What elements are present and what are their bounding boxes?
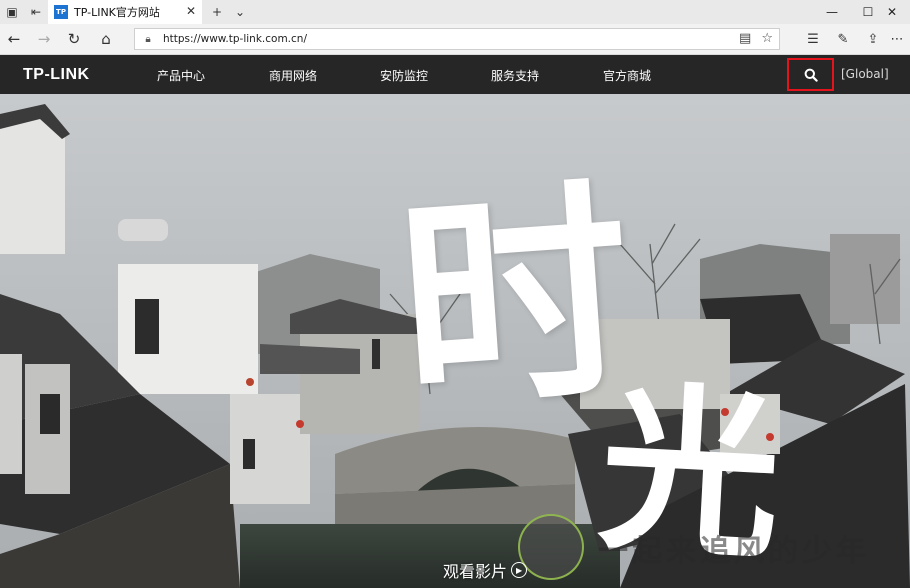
tab-strip: ▣ ⇤ TP TP-LINK官方网站 ✕ + ⌄ — ☐ ✕ <box>0 0 910 24</box>
tab-list-chevron-down-icon[interactable]: ⌄ <box>228 0 252 24</box>
tab-title: TP-LINK官方网站 <box>74 6 160 19</box>
global-site-link[interactable]: [Global] <box>841 67 889 81</box>
nav-products[interactable]: 产品中心 <box>157 67 205 84</box>
tp-link-favicon-icon: TP <box>54 5 68 19</box>
favorite-star-icon[interactable]: ☆ <box>761 31 773 46</box>
close-window-icon[interactable]: ✕ <box>874 0 910 24</box>
watch-video-label: 观看影片 <box>443 562 508 581</box>
lock-icon: 🔒︎ <box>145 33 151 45</box>
play-icon: ▶ <box>511 562 528 578</box>
search-button[interactable] <box>787 58 834 91</box>
favorites-list-icon[interactable]: ☰ <box>800 28 826 50</box>
nav-service-support[interactable]: 服务支持 <box>491 67 539 84</box>
tp-link-logo[interactable]: TP-LINK <box>23 66 90 84</box>
nav-security-monitoring[interactable]: 安防监控 <box>380 67 428 84</box>
browser-window: ▣ ⇤ TP TP-LINK官方网站 ✕ + ⌄ — ☐ ✕ ← → ↻ ⌂ 🔒… <box>0 0 910 588</box>
site-header: TP-LINK 产品中心 商用网络 安防监控 服务支持 官方商城 [Global… <box>0 55 910 94</box>
nav-business-network[interactable]: 商用网络 <box>269 67 317 84</box>
reading-view-icon[interactable]: ▤ <box>739 31 751 46</box>
hero-banner[interactable]: 时 光 一起来追风的少年 观看影片 ▶ <box>0 94 910 588</box>
url-text: https://www.tp-link.com.cn/ <box>163 33 307 45</box>
more-icon[interactable]: ⋯ <box>884 28 910 50</box>
close-tab-icon[interactable]: ✕ <box>186 4 196 18</box>
address-bar[interactable]: 🔒︎ https://www.tp-link.com.cn/ ▤ ☆ <box>134 28 780 50</box>
refresh-icon[interactable]: ↻ <box>62 28 86 50</box>
nav-official-store[interactable]: 官方商城 <box>603 67 651 84</box>
watch-video-button[interactable]: 观看影片 ▶ <box>443 558 528 582</box>
active-tab[interactable]: TP TP-LINK官方网站 ✕ <box>48 0 202 24</box>
watermark-logo <box>518 514 584 580</box>
tab-actions-icon[interactable]: ▣ <box>0 0 24 24</box>
forward-arrow-icon[interactable]: → <box>32 28 56 50</box>
back-arrow-icon[interactable]: ← <box>2 28 26 50</box>
pen-icon[interactable]: ✎ <box>830 28 856 50</box>
share-icon[interactable]: ⇪ <box>860 28 886 50</box>
new-tab-icon[interactable]: + <box>205 0 229 24</box>
minimize-icon[interactable]: — <box>814 0 850 24</box>
home-icon[interactable]: ⌂ <box>94 28 118 50</box>
set-tabs-aside-icon[interactable]: ⇤ <box>24 0 48 24</box>
address-toolbar: ← → ↻ ⌂ 🔒︎ https://www.tp-link.com.cn/ ▤… <box>0 24 910 55</box>
calligraphy-shi: 时 <box>390 156 640 442</box>
watermark-text: 一起来追风的少年 <box>598 534 870 569</box>
search-icon <box>804 68 818 82</box>
